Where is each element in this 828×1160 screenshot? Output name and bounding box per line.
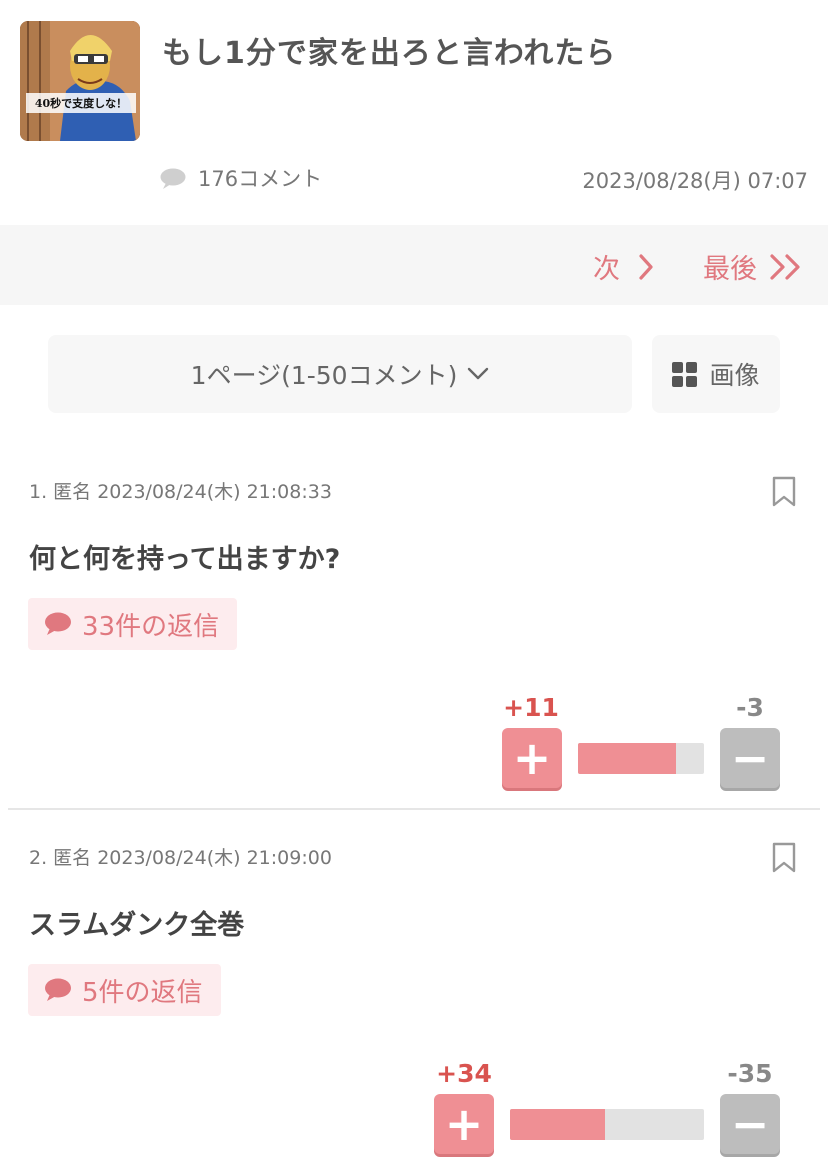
comment-body: 何と何を持って出ますか? xyxy=(29,544,341,575)
comment-meta: 2. 匿名 2023/08/24(木) 21:09:00 xyxy=(29,847,332,869)
vote-ratio-bar xyxy=(578,743,704,774)
comment-count[interactable]: 176コメント xyxy=(160,163,322,193)
plus-vote-button[interactable]: + xyxy=(434,1094,494,1154)
comment-body: スラムダンク全巻 xyxy=(29,910,245,941)
comment-divider xyxy=(8,808,820,810)
vote-ratio-fill xyxy=(510,1109,606,1140)
comment-count-label: 176コメント xyxy=(198,167,323,191)
topic-thumbnail-image xyxy=(20,21,140,141)
topic-title[interactable]: もし1分で家を出ろと言われたら xyxy=(162,28,616,72)
last-page-label: 最後 xyxy=(703,254,757,285)
minus-vote-button[interactable]: − xyxy=(720,1094,780,1154)
topic-thumbnail[interactable]: 40秒で支度しな！ xyxy=(20,21,140,141)
reply-count-label: 33件の返信 xyxy=(82,611,220,642)
chevron-down-icon xyxy=(468,367,489,380)
speech-bubble-icon xyxy=(45,612,71,635)
vote-ratio-bar xyxy=(510,1109,704,1140)
plus-vote-button[interactable]: + xyxy=(502,728,562,788)
reply-count-label: 5件の返信 xyxy=(82,977,203,1008)
bookmark-icon[interactable] xyxy=(772,476,796,508)
next-page-label: 次 xyxy=(593,254,620,285)
image-view-button[interactable]: 画像 xyxy=(652,335,780,413)
minus-vote-button[interactable]: − xyxy=(720,728,780,788)
reply-count-button[interactable]: 33件の返信 xyxy=(28,598,238,650)
last-page-link[interactable]: 最後 xyxy=(703,247,803,286)
speech-bubble-icon xyxy=(160,168,186,189)
page-select-label: 1ページ(1-50コメント) xyxy=(190,361,458,390)
next-page-link[interactable]: 次 xyxy=(593,247,654,286)
vote-ratio-fill xyxy=(578,743,677,774)
double-chevron-right-icon xyxy=(770,253,800,280)
bookmark-icon[interactable] xyxy=(772,842,796,874)
plus-count: +34 xyxy=(436,1059,492,1088)
speech-bubble-icon xyxy=(45,978,71,1001)
reply-count-button[interactable]: 5件の返信 xyxy=(28,964,221,1016)
page-select-dropdown[interactable]: 1ページ(1-50コメント) xyxy=(48,335,632,413)
chevron-right-icon xyxy=(639,253,653,280)
image-view-label: 画像 xyxy=(709,361,760,390)
thumbnail-caption: 40秒で支度しな！ xyxy=(34,97,128,110)
grid-icon xyxy=(672,361,698,387)
comment-meta: 1. 匿名 2023/08/24(木) 21:08:33 xyxy=(29,481,332,503)
topic-posted-date: 2023/08/28(月) 07:07 xyxy=(582,169,808,193)
plus-count: +11 xyxy=(503,693,559,722)
minus-count: -35 xyxy=(727,1059,773,1088)
minus-count: -3 xyxy=(736,693,764,722)
